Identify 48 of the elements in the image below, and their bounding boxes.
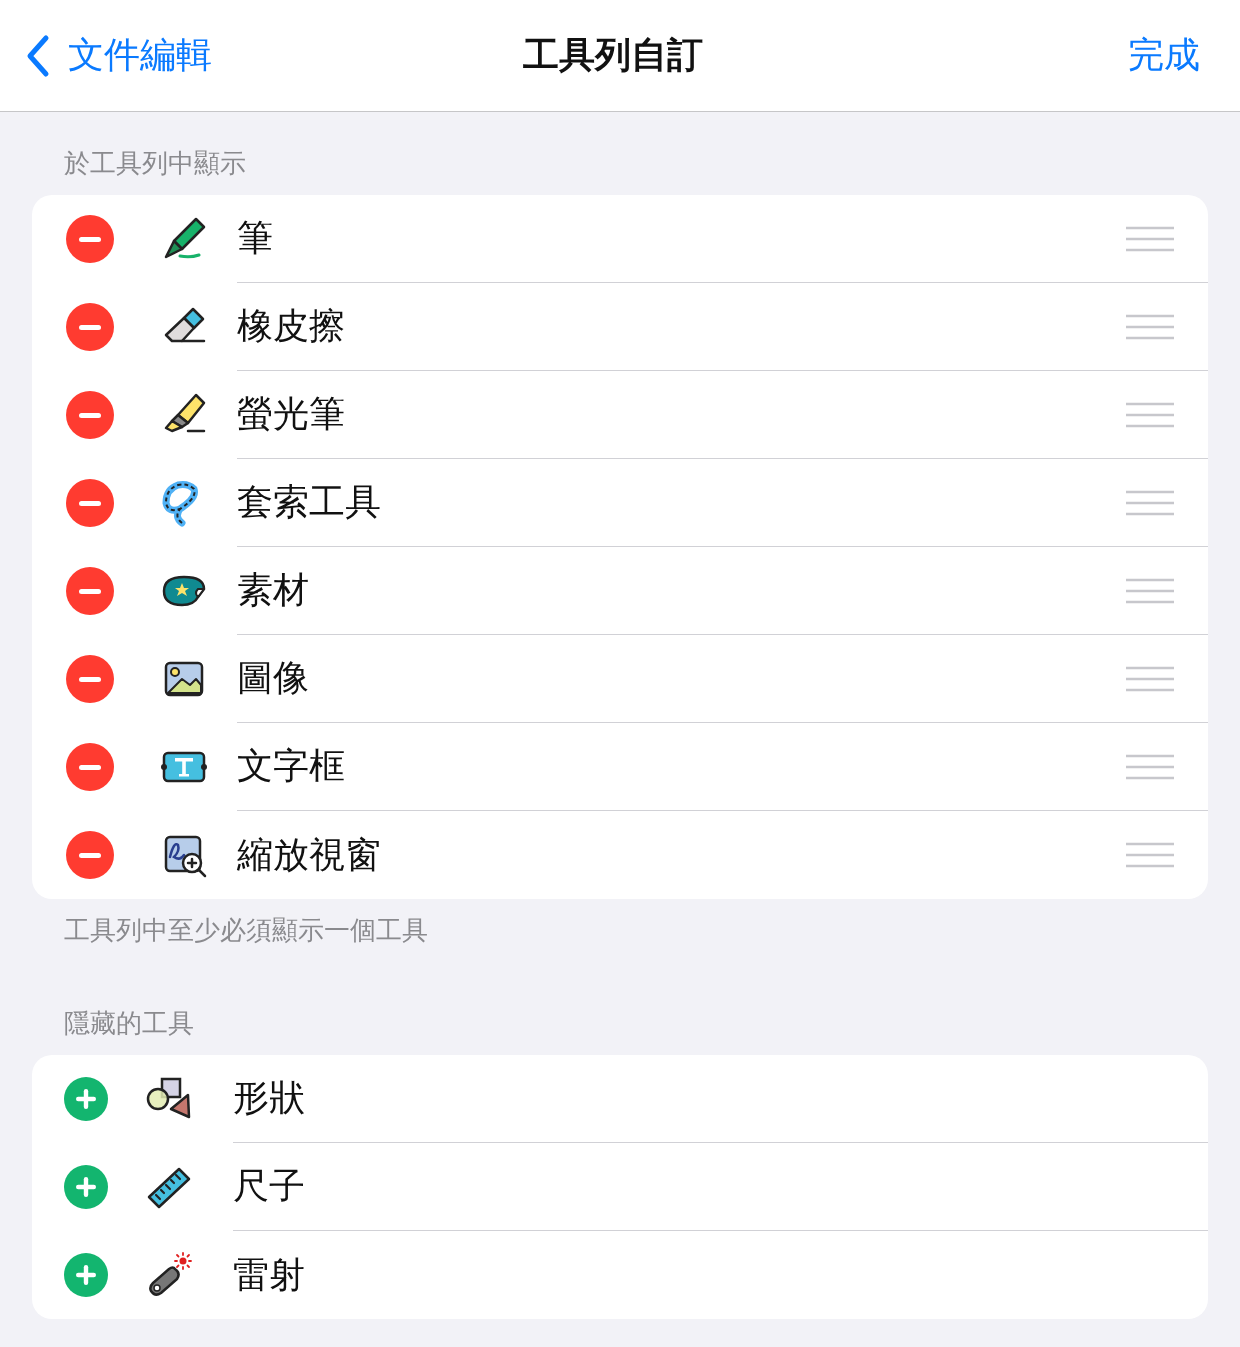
tool-name: 尺子 [233, 1164, 305, 1208]
add-button[interactable] [64, 1253, 108, 1297]
done-button[interactable]: 完成 [1128, 31, 1200, 80]
screen-title: 工具列自訂 [523, 33, 703, 77]
remove-button[interactable] [66, 567, 114, 615]
plus-icon [76, 1089, 96, 1109]
tool-name: 雷射 [233, 1252, 305, 1297]
chevron-left-icon [26, 33, 50, 78]
minus-icon [79, 588, 101, 594]
tool-name: 筆 [237, 216, 273, 260]
tool-name: 素材 [237, 568, 309, 612]
remove-button[interactable] [66, 831, 114, 879]
add-button[interactable] [64, 1077, 108, 1121]
tool-name: 縮放視窗 [237, 832, 381, 877]
tool-name: 套索工具 [237, 480, 381, 524]
drag-handle-icon[interactable] [1126, 313, 1174, 340]
back-button[interactable]: 文件編輯 [26, 31, 212, 80]
drag-handle-icon[interactable] [1126, 577, 1174, 604]
remove-button[interactable] [66, 655, 114, 703]
drag-handle-icon[interactable] [1126, 489, 1174, 516]
remove-button[interactable] [66, 479, 114, 527]
tool-name: 橡皮擦 [237, 304, 345, 348]
drag-handle-icon[interactable] [1126, 665, 1174, 692]
section-footer: 工具列中至少必須顯示一個工具 [0, 899, 1240, 948]
minus-icon [79, 852, 101, 858]
add-button[interactable] [64, 1165, 108, 1209]
minus-icon [79, 764, 101, 770]
tool-name: 圖像 [237, 656, 309, 700]
tool-name: 文字框 [237, 744, 345, 788]
remove-button[interactable] [66, 303, 114, 351]
minus-icon [79, 412, 101, 418]
remove-button[interactable] [66, 743, 114, 791]
tool-name: 形狀 [233, 1076, 305, 1120]
minus-icon [79, 500, 101, 506]
remove-button[interactable] [66, 215, 114, 263]
drag-handle-icon[interactable] [1126, 401, 1174, 428]
section-header: 隱藏的工具 [63, 1007, 195, 1040]
section-header: 於工具列中顯示 [63, 147, 247, 180]
drag-handle-icon[interactable] [1126, 753, 1174, 780]
minus-icon [79, 676, 101, 682]
plus-icon [76, 1265, 96, 1285]
drag-handle-icon[interactable] [1126, 842, 1174, 868]
remove-button[interactable] [66, 391, 114, 439]
plus-icon [76, 1177, 96, 1197]
drag-handle-icon[interactable] [1126, 225, 1174, 252]
minus-icon [79, 236, 101, 242]
minus-icon [79, 324, 101, 330]
tool-name: 螢光筆 [237, 392, 345, 436]
